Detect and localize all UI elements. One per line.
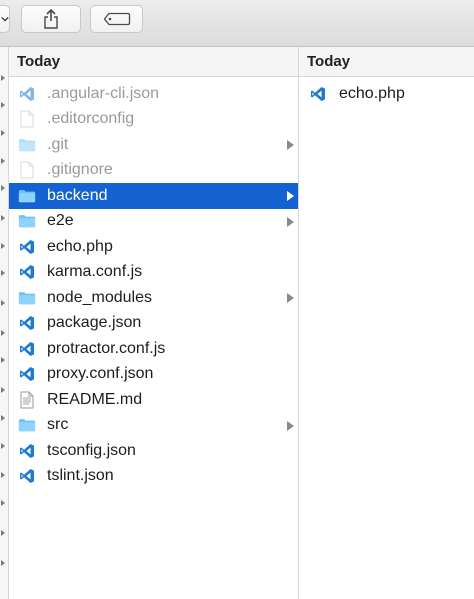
item-label: package.json — [47, 314, 142, 332]
file-row[interactable]: karma.conf.js — [9, 260, 298, 286]
file-row[interactable]: README.md — [9, 387, 298, 413]
disclosure-arrow-icon — [1, 387, 5, 393]
disclosure-arrow-icon — [1, 330, 5, 336]
finder-column-backend[interactable]: Today echo.php — [299, 47, 474, 599]
disclosure-arrow-icon — [1, 158, 5, 164]
vscode-file-icon — [309, 85, 327, 103]
disclosure-arrow-icon — [1, 357, 5, 363]
disclosure-arrow-icon — [1, 560, 5, 566]
item-label: e2e — [47, 212, 74, 230]
file-row[interactable]: .angular-cli.json — [9, 81, 298, 107]
blank-file-icon — [18, 110, 36, 128]
disclosure-arrow-icon — [1, 243, 5, 249]
disclosure-arrow-icon — [1, 270, 5, 276]
file-row[interactable]: protractor.conf.js — [9, 336, 298, 362]
file-row[interactable]: package.json — [9, 311, 298, 337]
disclosure-arrow-icon — [1, 530, 5, 536]
disclosure-arrow-icon — [1, 472, 5, 478]
disclosure-arrow-icon — [1, 443, 5, 449]
previous-column-edge[interactable] — [0, 47, 9, 599]
file-row[interactable]: .editorconfig — [9, 107, 298, 133]
disclosure-arrow-icon — [1, 215, 5, 221]
text-file-icon — [18, 391, 36, 409]
vscode-file-icon — [18, 238, 36, 256]
item-label: karma.conf.js — [47, 263, 143, 281]
toolbar — [0, 0, 474, 47]
item-label: src — [47, 416, 69, 434]
file-row[interactable]: echo.php — [299, 81, 474, 107]
item-label: .editorconfig — [47, 110, 135, 128]
disclosure-arrow-icon — [1, 300, 5, 306]
disclosure-arrow-icon — [287, 191, 294, 201]
folder-icon — [18, 136, 36, 154]
disclosure-arrow-icon — [1, 130, 5, 136]
view-options-button[interactable] — [0, 5, 10, 33]
disclosure-arrow-icon — [287, 216, 294, 227]
vscode-file-icon — [18, 263, 36, 281]
vscode-file-icon — [18, 85, 36, 103]
disclosure-arrow-icon — [1, 415, 5, 421]
folder-icon — [18, 416, 36, 434]
tag-icon — [103, 12, 130, 26]
disclosure-arrow-icon — [287, 140, 294, 150]
item-label: backend — [47, 186, 108, 204]
folder-row[interactable]: .git — [9, 132, 298, 158]
folder-row[interactable]: backend — [9, 183, 298, 209]
blank-file-icon — [18, 161, 36, 179]
file-row[interactable]: proxy.conf.json — [9, 362, 298, 388]
finder-column-project[interactable]: Today .angular-cli.json .editorconfig .git… — [9, 47, 299, 599]
folder-row[interactable]: e2e — [9, 209, 298, 235]
item-label: protractor.conf.js — [47, 339, 166, 357]
vscode-file-icon — [18, 467, 36, 485]
item-label: .angular-cli.json — [47, 84, 160, 102]
folder-row[interactable]: src — [9, 413, 298, 439]
tags-button[interactable] — [90, 5, 143, 33]
item-label: echo.php — [339, 84, 405, 102]
disclosure-arrow-icon — [1, 500, 5, 506]
item-label: tsconfig.json — [47, 441, 136, 459]
disclosure-arrow-icon — [1, 185, 5, 191]
item-label: README.md — [47, 390, 143, 408]
file-row[interactable]: tslint.json — [9, 464, 298, 490]
share-icon — [44, 8, 58, 29]
item-label: .gitignore — [47, 161, 113, 179]
vscode-file-icon — [18, 442, 36, 460]
share-button[interactable] — [21, 5, 81, 33]
item-label: tslint.json — [47, 467, 114, 485]
file-row[interactable]: tsconfig.json — [9, 438, 298, 464]
file-list: .angular-cli.json .editorconfig .git .gitig… — [9, 77, 298, 489]
chevron-down-icon — [1, 16, 9, 22]
disclosure-arrow-icon — [287, 293, 294, 303]
item-label: echo.php — [47, 237, 113, 255]
folder-icon — [18, 187, 36, 205]
file-row[interactable]: .gitignore — [9, 158, 298, 184]
folder-icon — [18, 212, 36, 230]
file-row[interactable]: echo.php — [9, 234, 298, 260]
column-header-date[interactable]: Today — [299, 47, 474, 77]
item-label: node_modules — [47, 288, 152, 306]
item-label: proxy.conf.json — [47, 365, 154, 383]
item-label: .git — [47, 135, 69, 153]
folder-icon — [18, 289, 36, 307]
vscode-file-icon — [18, 340, 36, 358]
column-header-date[interactable]: Today — [9, 47, 298, 77]
file-list: echo.php — [299, 77, 474, 107]
disclosure-arrow-icon — [1, 75, 5, 81]
disclosure-arrow-icon — [1, 102, 5, 108]
vscode-file-icon — [18, 365, 36, 383]
vscode-file-icon — [18, 314, 36, 332]
disclosure-arrow-icon — [287, 420, 294, 431]
folder-row[interactable]: node_modules — [9, 285, 298, 311]
